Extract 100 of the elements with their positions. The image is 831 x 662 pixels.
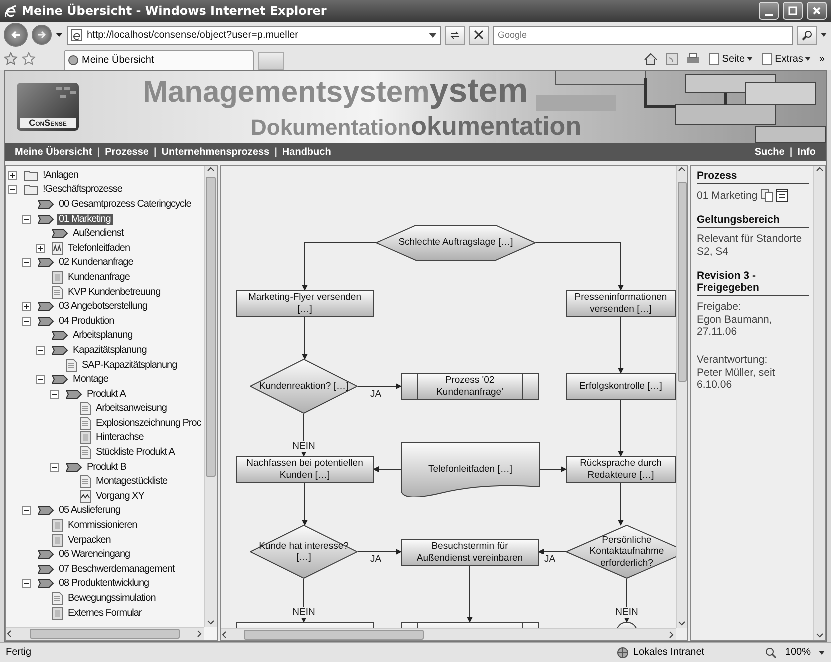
tree-item[interactable]: 02 Kundenanfrage bbox=[57, 257, 136, 268]
vertical-scrollbar[interactable] bbox=[676, 166, 687, 628]
minimize-button[interactable] bbox=[759, 2, 779, 20]
collapse-toggle[interactable] bbox=[50, 390, 59, 399]
forward-button[interactable] bbox=[32, 25, 52, 45]
more-tools-button[interactable]: » bbox=[817, 54, 827, 64]
nav-link[interactable]: Suche bbox=[754, 146, 785, 158]
expand-toggle[interactable] bbox=[8, 170, 17, 180]
security-zone: Lokales Intranet bbox=[633, 647, 705, 658]
tree-item[interactable]: Explosionszeichnung Proc bbox=[94, 418, 204, 429]
address-field[interactable]: http://localhost/consense/object?user=p.mueller bbox=[67, 26, 441, 44]
separator: | bbox=[154, 146, 157, 158]
tree-item[interactable]: Montagestückliste bbox=[94, 476, 170, 488]
expand-toggle[interactable] bbox=[22, 302, 31, 312]
collapse-toggle[interactable] bbox=[22, 214, 31, 224]
tree-item[interactable]: SAP-Kapazitätsplanung bbox=[80, 360, 180, 371]
tree-item[interactable]: Externes Formular bbox=[66, 608, 144, 619]
nav-link[interactable]: Handbuch bbox=[282, 146, 332, 158]
scroll-up-icon[interactable] bbox=[678, 166, 686, 174]
page-icon bbox=[761, 53, 774, 65]
decision-diamond[interactable]: Kunde hat interesse? […] bbox=[250, 525, 358, 579]
collapse-toggle[interactable] bbox=[22, 316, 31, 326]
tree-item[interactable]: 06 Wareneingang bbox=[57, 549, 132, 560]
process-icon bbox=[38, 258, 54, 268]
tree-item[interactable]: 05 Auslieferung bbox=[57, 505, 122, 516]
scroll-up-icon[interactable] bbox=[207, 166, 215, 174]
tree-item[interactable]: 01 Marketing bbox=[57, 214, 113, 225]
search-field[interactable]: Google bbox=[493, 26, 793, 44]
close-button[interactable] bbox=[807, 2, 827, 20]
scroll-down-icon[interactable] bbox=[678, 620, 686, 628]
scroll-right-icon[interactable] bbox=[196, 630, 204, 638]
collapse-toggle[interactable] bbox=[8, 185, 17, 194]
tree-item[interactable]: Vorgang XY bbox=[94, 490, 146, 502]
subprocess-box[interactable]: Prozess '02 Kundenanfrage' bbox=[401, 373, 539, 400]
collapse-toggle[interactable] bbox=[22, 579, 31, 588]
expand-toggle[interactable] bbox=[36, 244, 45, 253]
tree-item[interactable]: !Anlagen bbox=[41, 170, 80, 181]
tree-item[interactable]: Telefonleitfaden bbox=[66, 242, 132, 254]
url-input[interactable]: http://localhost/consense/object?user=p.mueller bbox=[85, 28, 426, 42]
tree-item[interactable]: KVP Kundenbetreuung bbox=[66, 286, 163, 298]
stop-button[interactable] bbox=[469, 26, 489, 44]
collapse-toggle[interactable] bbox=[36, 346, 45, 355]
tree-item[interactable]: 07 Beschwerdemanagement bbox=[57, 564, 177, 575]
document-shape[interactable]: Telefonleitfaden […] bbox=[401, 442, 540, 497]
scroll-down-icon[interactable] bbox=[816, 632, 824, 640]
nav-link[interactable]: Meine Übersicht bbox=[15, 146, 92, 158]
process-box[interactable]: Nachfassen bei potentiellen Kunden […] bbox=[236, 456, 374, 483]
feeds-button[interactable] bbox=[664, 53, 680, 65]
nav-link[interactable]: Prozesse bbox=[105, 146, 149, 158]
process-box[interactable]: Rücksprache durch Redakteure […] bbox=[566, 456, 676, 483]
back-button[interactable] bbox=[4, 23, 28, 47]
horizontal-scrollbar[interactable] bbox=[6, 627, 204, 640]
tree-item[interactable]: 08 Produktentwicklung bbox=[57, 578, 152, 590]
scroll-down-icon[interactable] bbox=[207, 619, 215, 627]
zoom-level[interactable]: 100% bbox=[785, 647, 811, 658]
tree-item[interactable]: Bewegungssimulation bbox=[66, 593, 158, 604]
nav-link[interactable]: Info bbox=[798, 146, 816, 158]
connector-label: JA bbox=[369, 554, 383, 565]
event-hexagon[interactable]: Schlechte Auftragslage […] bbox=[376, 225, 536, 261]
scroll-left-icon[interactable] bbox=[6, 630, 14, 638]
browser-tab[interactable]: Meine Übersicht bbox=[64, 50, 254, 70]
form-icon bbox=[52, 519, 63, 532]
tree-item[interactable]: Außendienst bbox=[71, 228, 126, 240]
tree-item[interactable]: 03 Angebotserstellung bbox=[57, 301, 150, 312]
tree-item[interactable]: 04 Produktion bbox=[57, 316, 116, 327]
tree-item[interactable]: Verpacken bbox=[66, 534, 113, 546]
tree-item[interactable]: Arbeitsanweisung bbox=[94, 403, 169, 414]
refresh-button[interactable] bbox=[445, 26, 465, 44]
scroll-right-icon[interactable] bbox=[668, 630, 676, 638]
tree-item[interactable]: 00 Gesamtprozess Cateringcycle bbox=[57, 198, 194, 210]
horizontal-scrollbar[interactable] bbox=[221, 628, 676, 640]
collapse-toggle[interactable] bbox=[22, 506, 31, 516]
toolbar-menu[interactable]: Extras bbox=[759, 53, 814, 65]
tree-item[interactable]: Stückliste Produkt A bbox=[94, 447, 177, 458]
nav-link[interactable]: Unternehmensprozess bbox=[162, 146, 270, 158]
collapse-toggle[interactable] bbox=[36, 375, 45, 384]
tree-item[interactable]: Kapazitätsplanung bbox=[71, 344, 149, 356]
decision-diamond[interactable]: Kundenreaktion? […] bbox=[250, 359, 358, 414]
tree-item[interactable]: Hinterachse bbox=[94, 432, 146, 444]
collapse-toggle[interactable] bbox=[22, 258, 31, 268]
scroll-left-icon[interactable] bbox=[221, 630, 229, 638]
search-button[interactable] bbox=[797, 26, 817, 44]
tree-item[interactable]: !Geschäftsprozesse bbox=[41, 184, 124, 196]
tree-item[interactable]: Montage bbox=[71, 374, 110, 386]
tree-item[interactable]: Produkt B bbox=[85, 462, 128, 473]
process-box[interactable]: Erfolgskontrolle […] bbox=[566, 373, 676, 400]
scroll-up-icon[interactable] bbox=[816, 166, 824, 174]
process-box[interactable]: Besuchstermin für Außendienst vereinbaren bbox=[401, 539, 539, 566]
collapse-toggle[interactable] bbox=[50, 462, 59, 472]
add-favorite-icon bbox=[22, 52, 36, 66]
vertical-scrollbar[interactable] bbox=[204, 166, 217, 627]
vertical-scrollbar[interactable] bbox=[813, 166, 825, 640]
tree-item[interactable]: Produkt A bbox=[85, 388, 128, 400]
process-box[interactable]: Presseninformationen versenden […] bbox=[566, 290, 676, 317]
toolbar-menu[interactable]: Seite bbox=[706, 53, 756, 65]
tree-item[interactable]: Kommissionieren bbox=[66, 520, 140, 532]
maximize-button[interactable] bbox=[783, 2, 803, 20]
tree-item[interactable]: Kundenanfrage bbox=[66, 272, 132, 283]
tree-item[interactable]: Arbeitsplanung bbox=[71, 330, 135, 342]
process-box[interactable]: Marketing-Flyer versenden […] bbox=[236, 290, 374, 317]
